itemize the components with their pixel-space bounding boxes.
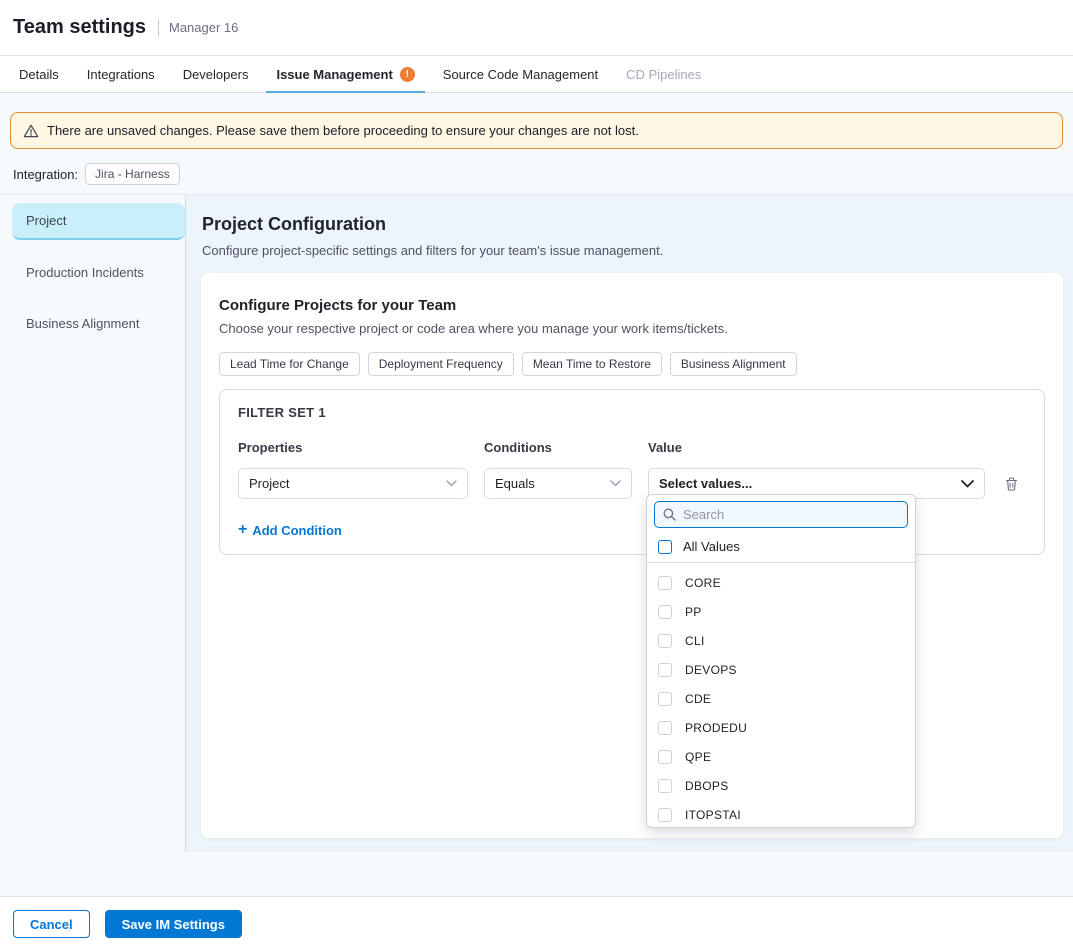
section-title: Project Configuration bbox=[202, 214, 1073, 235]
chip-deployment-frequency[interactable]: Deployment Frequency bbox=[368, 352, 514, 376]
option-dbops[interactable]: DBOPS bbox=[647, 771, 915, 800]
sidebar-item-project[interactable]: Project bbox=[12, 203, 185, 240]
tab-bar: Details Integrations Developers Issue Ma… bbox=[0, 56, 1073, 93]
title-divider bbox=[158, 19, 159, 37]
tab-issue-management[interactable]: Issue Management ! bbox=[262, 56, 428, 92]
option-checkbox[interactable] bbox=[658, 779, 672, 793]
option-itopstai[interactable]: ITOPSTAI bbox=[647, 800, 915, 828]
chip-mean-time-to-restore[interactable]: Mean Time to Restore bbox=[522, 352, 662, 376]
option-checkbox[interactable] bbox=[658, 634, 672, 648]
option-qpe[interactable]: QPE bbox=[647, 742, 915, 771]
warning-triangle-icon bbox=[23, 123, 39, 139]
option-checkbox[interactable] bbox=[658, 721, 672, 735]
dropdown-search-wrap bbox=[647, 495, 915, 534]
search-input[interactable] bbox=[683, 507, 899, 522]
delete-condition-button[interactable] bbox=[1004, 476, 1019, 492]
property-select[interactable]: Project bbox=[238, 468, 468, 499]
option-checkbox[interactable] bbox=[658, 692, 672, 706]
metric-chips: Lead Time for Change Deployment Frequenc… bbox=[219, 352, 1045, 376]
content-area: Project Production Incidents Business Al… bbox=[0, 194, 1073, 852]
chevron-down-icon bbox=[446, 480, 457, 487]
plus-icon: + bbox=[238, 522, 247, 538]
page-title: Team settings bbox=[13, 16, 146, 39]
card-title: Configure Projects for your Team bbox=[219, 297, 1045, 314]
option-cde[interactable]: CDE bbox=[647, 684, 915, 713]
banner-text: There are unsaved changes. Please save t… bbox=[47, 123, 639, 138]
trash-icon bbox=[1004, 476, 1019, 492]
configure-projects-card: Configure Projects for your Team Choose … bbox=[201, 273, 1063, 838]
unsaved-alert-badge-icon: ! bbox=[400, 67, 415, 82]
option-checkbox[interactable] bbox=[658, 750, 672, 764]
save-im-settings-button[interactable]: Save IM Settings bbox=[105, 910, 242, 938]
option-cli[interactable]: CLI bbox=[647, 626, 915, 655]
integration-row: Integration: Jira - Harness bbox=[13, 163, 1073, 185]
tab-source-code-management[interactable]: Source Code Management bbox=[429, 56, 612, 92]
option-prodedu[interactable]: PRODEDU bbox=[647, 713, 915, 742]
card-subtitle: Choose your respective project or code a… bbox=[219, 321, 1045, 336]
option-core[interactable]: CORE bbox=[647, 568, 915, 597]
tab-details[interactable]: Details bbox=[5, 56, 73, 92]
chevron-down-icon bbox=[961, 480, 974, 488]
all-values-label: All Values bbox=[683, 539, 740, 554]
integration-label: Integration: bbox=[13, 167, 78, 182]
value-dropdown-popup: All Values CORE PP CLI DEVOPS CDE PRODED… bbox=[646, 494, 916, 828]
action-footer: Cancel Save IM Settings bbox=[0, 896, 1073, 951]
app-header: Team settings Manager 16 bbox=[0, 0, 1073, 56]
option-checkbox[interactable] bbox=[658, 576, 672, 590]
page-body: There are unsaved changes. Please save t… bbox=[0, 93, 1073, 896]
tab-cd-pipelines: CD Pipelines bbox=[612, 56, 715, 92]
cancel-button[interactable]: Cancel bbox=[13, 910, 90, 938]
project-option-list: CORE PP CLI DEVOPS CDE PRODEDU QPE DBOPS… bbox=[647, 563, 915, 828]
all-values-checkbox[interactable] bbox=[658, 540, 672, 554]
tab-integrations[interactable]: Integrations bbox=[73, 56, 169, 92]
settings-sidebar: Project Production Incidents Business Al… bbox=[0, 195, 186, 852]
unsaved-changes-banner: There are unsaved changes. Please save t… bbox=[10, 112, 1063, 149]
main-panel: Project Configuration Configure project-… bbox=[186, 195, 1073, 852]
chevron-down-icon bbox=[610, 480, 621, 487]
sidebar-item-production-incidents[interactable]: Production Incidents bbox=[12, 254, 185, 291]
chip-business-alignment[interactable]: Business Alignment bbox=[670, 352, 797, 376]
column-header-conditions: Conditions bbox=[484, 440, 648, 455]
tab-developers[interactable]: Developers bbox=[169, 56, 263, 92]
option-checkbox[interactable] bbox=[658, 808, 672, 822]
section-description: Configure project-specific settings and … bbox=[202, 243, 1073, 258]
search-icon bbox=[663, 508, 676, 521]
integration-chip[interactable]: Jira - Harness bbox=[85, 163, 180, 185]
chip-lead-time-for-change[interactable]: Lead Time for Change bbox=[219, 352, 360, 376]
condition-select-value: Equals bbox=[495, 476, 535, 491]
option-devops[interactable]: DEVOPS bbox=[647, 655, 915, 684]
add-condition-label: Add Condition bbox=[252, 523, 342, 538]
value-select-placeholder: Select values... bbox=[659, 476, 752, 491]
option-pp[interactable]: PP bbox=[647, 597, 915, 626]
column-header-value: Value bbox=[648, 440, 1026, 455]
filter-set-1: FILTER SET 1 Properties Conditions Value… bbox=[219, 389, 1045, 555]
property-select-value: Project bbox=[249, 476, 289, 491]
filter-column-headers: Properties Conditions Value bbox=[238, 440, 1026, 455]
condition-select[interactable]: Equals bbox=[484, 468, 632, 499]
add-condition-button[interactable]: + Add Condition bbox=[238, 522, 342, 538]
option-checkbox[interactable] bbox=[658, 605, 672, 619]
dropdown-search-field[interactable] bbox=[654, 501, 908, 528]
page-subtitle: Manager 16 bbox=[169, 20, 238, 35]
sidebar-item-business-alignment[interactable]: Business Alignment bbox=[12, 305, 185, 342]
filter-set-title: FILTER SET 1 bbox=[238, 405, 1026, 420]
select-all-values-row[interactable]: All Values bbox=[647, 534, 915, 562]
column-header-properties: Properties bbox=[238, 440, 484, 455]
option-checkbox[interactable] bbox=[658, 663, 672, 677]
